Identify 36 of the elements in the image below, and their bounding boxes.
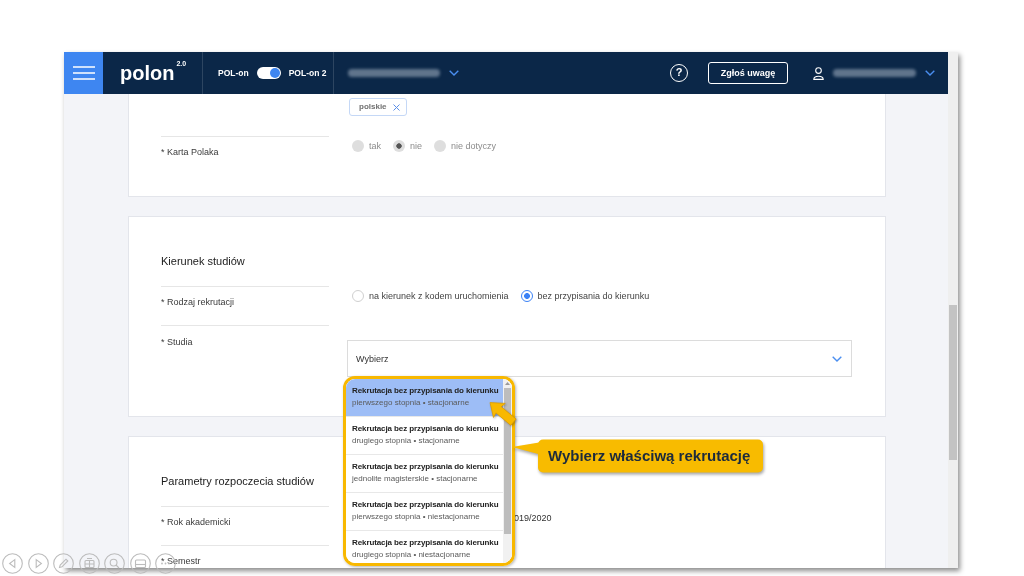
radio-icon[interactable] <box>352 290 364 302</box>
radio-icon[interactable] <box>520 290 533 302</box>
field-label: * Studia <box>161 337 193 348</box>
menu-button[interactable] <box>64 52 103 94</box>
triangle-right-icon[interactable] <box>27 553 49 574</box>
field-label: * Rok akademicki <box>161 517 231 528</box>
menu-icon <box>72 66 95 80</box>
tag-label: polskie <box>359 102 387 112</box>
switch-label: POL-on <box>218 68 249 78</box>
chevron-down-icon[interactable] <box>925 70 935 76</box>
field-value: 019/2020 <box>514 513 552 524</box>
grid-icon[interactable] <box>78 553 100 574</box>
user-icon[interactable] <box>813 66 824 80</box>
chevron-down-icon <box>832 355 842 362</box>
select-field[interactable]: Wybierz <box>347 340 852 377</box>
report-button[interactable]: Zgłoś uwagę <box>708 62 788 84</box>
screen-icon[interactable] <box>129 553 151 574</box>
triangle-left-icon[interactable] <box>2 553 23 574</box>
switch-label: POL-on 2 <box>288 68 327 78</box>
radio-option[interactable]: bez przypisania do kierunku <box>520 290 650 302</box>
pencil-icon[interactable] <box>53 553 74 574</box>
scroll-thumb[interactable] <box>949 305 957 460</box>
callout: Wybierz właściwą rekrutację <box>512 439 764 473</box>
close-icon[interactable] <box>392 103 400 111</box>
section-title: Kierunek studiów <box>161 255 245 267</box>
dropdown-option[interactable]: Rekrutacja bez przypisania do kierunku pierwszego stopnia • stacjonarne <box>346 379 503 417</box>
section-title: Parametry rozpoczecia studiów <box>161 475 314 487</box>
radio-option[interactable]: na kierunek z kodem uruchomienia <box>352 290 509 302</box>
toggle-switch[interactable] <box>256 67 281 79</box>
field-label: * Karta Polaka <box>161 147 219 158</box>
arrow-up-icon[interactable] <box>505 382 510 385</box>
field-label: * Rodzaj rekrutacji <box>161 297 235 308</box>
chevron-down-icon[interactable] <box>449 70 459 76</box>
scroll-thumb[interactable] <box>504 388 511 534</box>
search-icon[interactable] <box>104 553 125 574</box>
field-label: * Semestr <box>161 556 201 567</box>
